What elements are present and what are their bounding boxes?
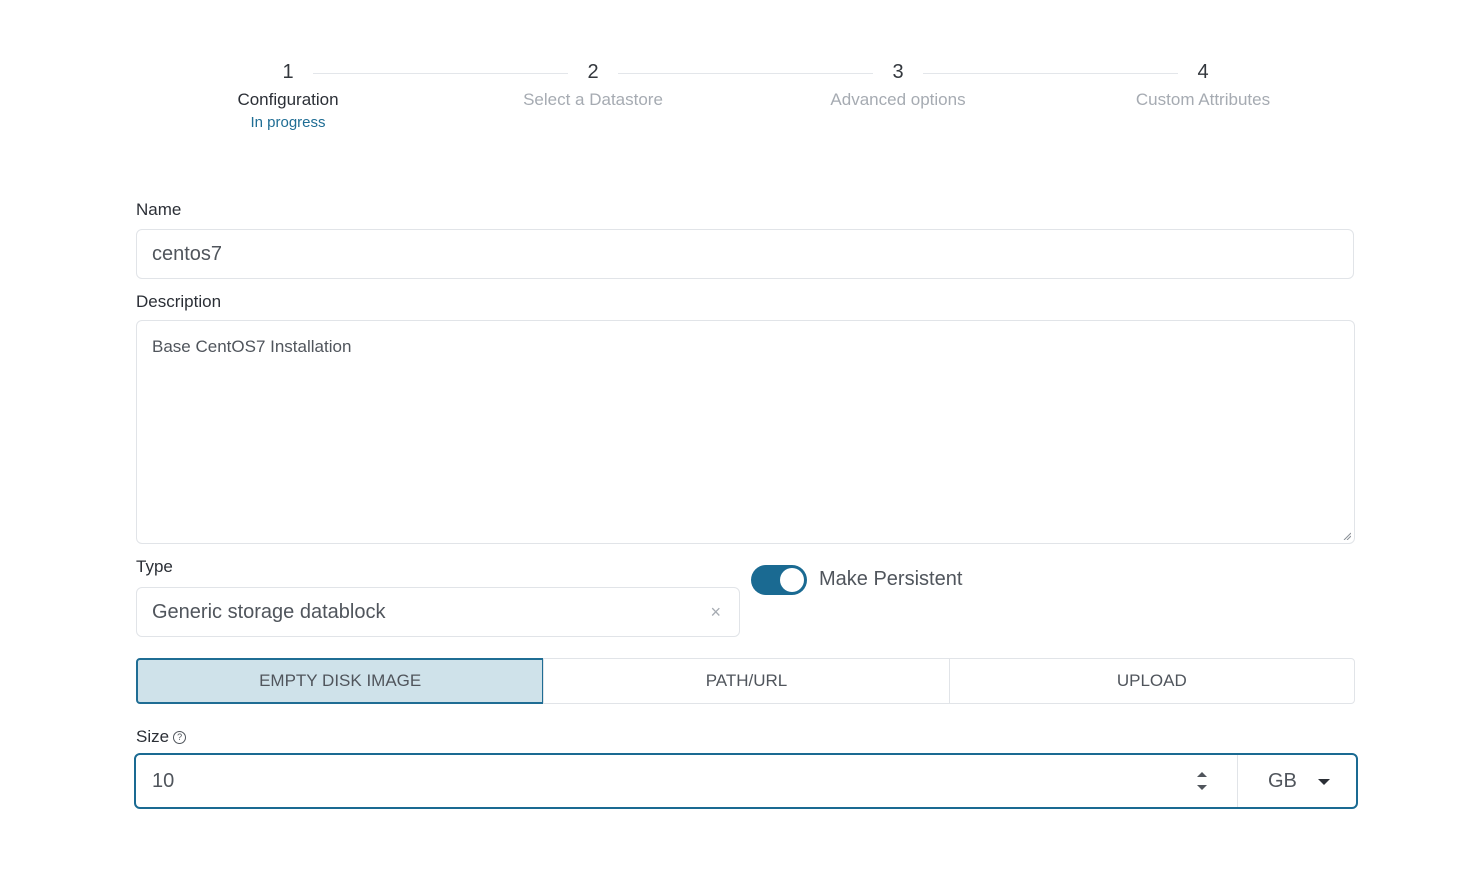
stepper: 1 Configuration In progress 2 Select a D… bbox=[0, 0, 1461, 160]
size-field-group: 10 GB bbox=[134, 753, 1358, 809]
size-input[interactable]: 10 bbox=[136, 755, 1237, 807]
step-number: 3 bbox=[892, 61, 904, 83]
step-number: 4 bbox=[1197, 61, 1209, 83]
step-custom-attributes[interactable]: 4 Custom Attributes bbox=[1103, 58, 1303, 110]
description-textarea[interactable]: Base CentOS7 Installation bbox=[136, 320, 1355, 544]
name-label: Name bbox=[136, 200, 182, 219]
description-label: Description bbox=[136, 292, 222, 311]
step-title: Advanced options bbox=[830, 90, 966, 109]
step-status: In progress bbox=[250, 114, 326, 131]
step-number: 2 bbox=[587, 61, 599, 83]
step-advanced-options[interactable]: 3 Advanced options bbox=[798, 58, 998, 110]
step-title: Custom Attributes bbox=[1135, 90, 1271, 109]
tab-upload[interactable]: UPLOAD bbox=[948, 658, 1355, 704]
type-select[interactable]: Generic storage datablock × bbox=[136, 587, 740, 637]
tab-empty-disk-image[interactable]: EMPTY DISK IMAGE bbox=[136, 658, 545, 704]
tab-path-url[interactable]: PATH/URL bbox=[543, 658, 950, 704]
chevron-down-icon bbox=[1318, 779, 1330, 785]
step-number: 1 bbox=[282, 61, 294, 83]
step-configuration[interactable]: 1 Configuration In progress bbox=[188, 58, 388, 131]
type-label: Type bbox=[136, 557, 173, 576]
persistent-label: Make Persistent bbox=[819, 568, 963, 590]
toggle-knob bbox=[780, 568, 804, 592]
name-value: centos7 bbox=[152, 243, 223, 265]
spinner-icon[interactable] bbox=[1195, 769, 1209, 793]
clear-icon[interactable]: × bbox=[710, 588, 721, 636]
size-value: 10 bbox=[152, 770, 175, 792]
step-title: Select a Datastore bbox=[523, 90, 663, 109]
persistent-toggle[interactable] bbox=[751, 565, 807, 595]
size-unit-select[interactable]: GB bbox=[1237, 755, 1356, 807]
step-title: Configuration bbox=[237, 90, 339, 109]
help-icon[interactable]: ? bbox=[173, 731, 187, 745]
type-value: Generic storage datablock bbox=[152, 601, 386, 623]
source-tabs: EMPTY DISK IMAGE PATH/URL UPLOAD bbox=[136, 658, 1355, 704]
description-value: Base CentOS7 Installation bbox=[152, 337, 352, 356]
size-label-text: Size bbox=[136, 727, 170, 746]
name-input[interactable]: centos7 bbox=[136, 229, 1354, 279]
size-label: Size? bbox=[136, 727, 187, 747]
resize-handle-icon[interactable] bbox=[1343, 532, 1351, 540]
step-select-datastore[interactable]: 2 Select a Datastore bbox=[493, 58, 693, 110]
size-unit-value: GB bbox=[1268, 770, 1297, 792]
